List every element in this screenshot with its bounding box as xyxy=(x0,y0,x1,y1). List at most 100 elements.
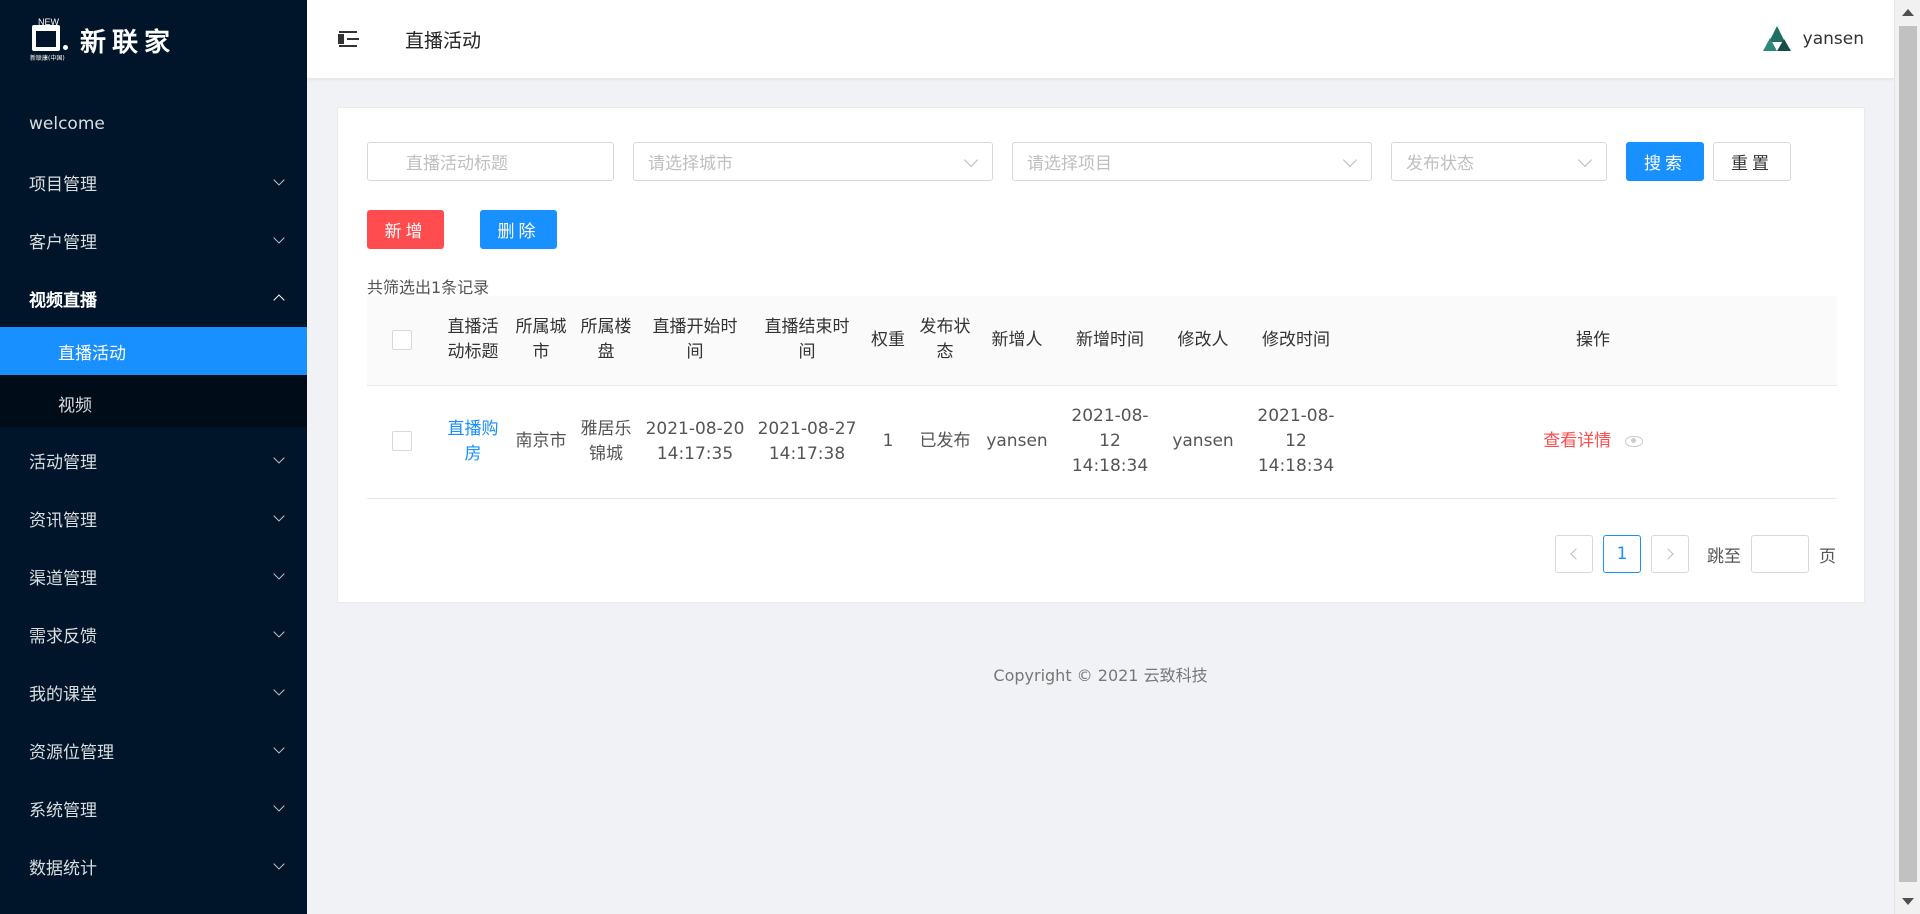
scroll-up-icon[interactable] xyxy=(1902,9,1914,16)
col-weight: 权重 xyxy=(863,296,913,386)
col-creator: 新增人 xyxy=(977,296,1057,386)
page-title: 直播活动 xyxy=(405,29,482,52)
sidebar-item-statistics[interactable]: 数据统计 xyxy=(0,837,307,895)
user-menu[interactable]: yansen xyxy=(1762,0,1864,78)
sidebar-menu: welcome 项目管理 客户管理 视频直播 直播活动 视频 活动管理 资讯管理… xyxy=(0,95,307,895)
prev-page-button[interactable] xyxy=(1555,535,1593,573)
brand-name: 新联家 xyxy=(80,27,177,58)
col-title: 直播活动标题 xyxy=(437,296,509,386)
sidebar-item-customers[interactable]: 客户管理 xyxy=(0,211,307,269)
chevron-down-icon xyxy=(273,800,285,812)
add-button[interactable]: 新增 xyxy=(367,210,444,249)
top-header: 直播活动 yansen xyxy=(307,0,1894,78)
sidebar-item-welcome[interactable]: welcome xyxy=(0,95,307,153)
chevron-down-icon xyxy=(273,174,285,186)
sidebar-item-video-live[interactable]: 视频直播 xyxy=(0,269,307,327)
cell-modifier: yansen xyxy=(1163,385,1243,499)
city-select-placeholder: 请选择城市 xyxy=(648,154,733,174)
chevron-down-icon xyxy=(273,684,285,696)
cell-end-time: 2021-08-27 14:17:38 xyxy=(751,385,863,499)
cell-status: 已发布 xyxy=(913,385,977,499)
select-all-checkbox[interactable] xyxy=(392,329,412,350)
reset-button[interactable]: 重置 xyxy=(1713,142,1791,181)
cell-estate: 雅居乐锦城 xyxy=(573,385,639,499)
project-select-placeholder: 请选择项目 xyxy=(1027,154,1112,174)
live-activity-table: 直播活动标题 所属城市 所属楼盘 直播开始时间 直播结束时间 权重 发布状态 新… xyxy=(367,296,1837,499)
scroll-thumb[interactable] xyxy=(1899,26,1917,882)
sidebar-subitem-video[interactable]: 视频 xyxy=(0,379,307,427)
col-status: 发布状态 xyxy=(913,296,977,386)
sidebar-item-classroom[interactable]: 我的课堂 xyxy=(0,663,307,721)
page-scrollbar[interactable] xyxy=(1894,0,1920,914)
title-search-input[interactable]: 直播活动标题 xyxy=(367,142,614,181)
page-number-current[interactable]: 1 xyxy=(1603,535,1641,573)
menu-fold-icon[interactable] xyxy=(337,29,361,49)
col-end-time: 直播结束时间 xyxy=(751,296,863,386)
city-select[interactable]: 请选择城市 xyxy=(633,142,993,181)
title-search-placeholder: 直播活动标题 xyxy=(406,154,508,174)
col-start-time: 直播开始时间 xyxy=(639,296,751,386)
sidebar-item-label: 系统管理 xyxy=(29,800,97,821)
sidebar-subitem-label: 视频 xyxy=(58,395,92,416)
brand-logo[interactable]: NEW 新联康(中国) 新联家 xyxy=(0,0,307,80)
row-checkbox[interactable] xyxy=(392,431,412,451)
col-operation: 操作 xyxy=(1349,296,1837,386)
sidebar-item-feedback[interactable]: 需求反馈 xyxy=(0,605,307,663)
col-city: 所属城市 xyxy=(509,296,573,386)
status-select[interactable]: 发布状态 xyxy=(1391,142,1607,181)
chevron-right-icon xyxy=(1662,548,1674,560)
content-card: 直播活动标题 请选择城市 请选择项目 发布状态 搜索 重置 新增 删除 共筛选出… xyxy=(337,107,1865,603)
project-select[interactable]: 请选择项目 xyxy=(1012,142,1372,181)
chevron-down-icon xyxy=(273,568,285,580)
col-created-time: 新增时间 xyxy=(1057,296,1163,386)
sidebar-item-system[interactable]: 系统管理 xyxy=(0,779,307,837)
sidebar-item-label: 我的课堂 xyxy=(29,684,97,705)
sidebar: NEW 新联康(中国) 新联家 welcome 项目管理 客户管理 视频直播 直… xyxy=(0,0,307,914)
chevron-down-icon xyxy=(273,858,285,870)
cell-weight: 1 xyxy=(863,385,913,499)
username: yansen xyxy=(1802,29,1864,49)
sidebar-item-activities[interactable]: 活动管理 xyxy=(0,431,307,489)
eye-icon[interactable] xyxy=(1624,435,1643,447)
chevron-down-icon xyxy=(273,232,285,244)
cell-creator: yansen xyxy=(977,385,1057,499)
sidebar-item-label: 数据统计 xyxy=(29,858,97,879)
sidebar-subitem-label: 直播活动 xyxy=(58,343,126,364)
sidebar-item-label: welcome xyxy=(29,114,105,134)
logo-mark-icon: NEW 新联康(中国) xyxy=(30,17,68,62)
title-link[interactable]: 直播购房 xyxy=(448,419,499,464)
status-select-placeholder: 发布状态 xyxy=(1406,154,1474,174)
sidebar-item-projects[interactable]: 项目管理 xyxy=(0,153,307,211)
search-button[interactable]: 搜索 xyxy=(1626,142,1704,181)
sidebar-item-resources[interactable]: 资源位管理 xyxy=(0,721,307,779)
page-label: 页 xyxy=(1819,546,1836,567)
chevron-down-icon xyxy=(273,510,285,522)
sidebar-submenu-video-live: 直播活动 视频 xyxy=(0,327,307,427)
record-summary: 共筛选出1条记录 xyxy=(367,278,490,297)
table-header-row: 直播活动标题 所属城市 所属楼盘 直播开始时间 直播结束时间 权重 发布状态 新… xyxy=(367,296,1837,386)
table-row: 直播购房 南京市 雅居乐锦城 2021-08-20 14:17:35 2021-… xyxy=(367,385,1837,499)
cell-created-time: 2021-08-12 14:18:34 xyxy=(1057,385,1163,499)
jump-label: 跳至 xyxy=(1707,546,1741,567)
view-detail-link[interactable]: 查看详情 xyxy=(1543,431,1611,451)
chevron-up-icon xyxy=(273,294,285,306)
chevron-down-icon xyxy=(273,626,285,638)
jump-page-input[interactable] xyxy=(1751,535,1809,573)
row-select-cell xyxy=(367,385,437,499)
sidebar-subitem-live-activity[interactable]: 直播活动 xyxy=(0,327,307,375)
col-modified-time: 修改时间 xyxy=(1243,296,1349,386)
cell-modified-time: 2021-08-12 14:18:34 xyxy=(1243,385,1349,499)
cell-title: 直播购房 xyxy=(437,385,509,499)
action-bar: 新增 删除 xyxy=(367,210,557,249)
next-page-button[interactable] xyxy=(1651,535,1689,573)
pagination: 1 跳至 页 xyxy=(1555,535,1836,573)
scroll-down-icon[interactable] xyxy=(1902,898,1914,905)
cell-city: 南京市 xyxy=(509,385,573,499)
delete-button[interactable]: 删除 xyxy=(480,210,557,249)
sidebar-item-label: 视频直播 xyxy=(29,290,97,311)
sidebar-item-news[interactable]: 资讯管理 xyxy=(0,489,307,547)
sidebar-item-label: 渠道管理 xyxy=(29,568,97,589)
sidebar-item-label: 资讯管理 xyxy=(29,510,97,531)
sidebar-item-channels[interactable]: 渠道管理 xyxy=(0,547,307,605)
sidebar-item-label: 客户管理 xyxy=(29,232,97,253)
